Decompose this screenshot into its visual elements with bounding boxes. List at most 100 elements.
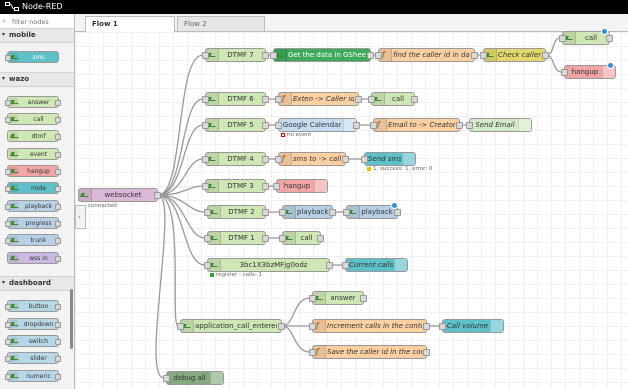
output-port[interactable] [456,122,463,129]
output-port[interactable] [329,209,336,216]
input-port[interactable] [204,262,211,269]
output-port[interactable] [326,262,333,269]
hangup3-node[interactable]: hangup [273,179,328,193]
output-port[interactable] [411,96,418,103]
application-call-entered-node[interactable]: application_call_entered [177,319,285,333]
tab-flow-1[interactable]: Flow 1 [85,16,175,32]
palette-node-dropdown[interactable]: dropdown [5,318,61,330]
output-port[interactable] [154,192,161,199]
dtmf5-node[interactable]: DTMF 5 [202,118,269,132]
input-port[interactable] [202,122,209,129]
output-port[interactable] [262,209,269,216]
exten-caller-function-node[interactable]: Exten -> Caller id [275,92,362,106]
debug-all-node[interactable]: debug all [163,371,224,385]
input-port[interactable] [275,122,282,129]
input-port[interactable] [439,323,446,330]
palette-node-playback[interactable]: playback [5,200,61,212]
output-port[interactable] [394,209,401,216]
output-port[interactable] [262,183,269,190]
send-sms-node[interactable]: Send sms [361,152,416,166]
tab-flow-2[interactable]: Flow 2 [177,16,265,31]
dtmf1-node[interactable]: DTMF 1 [204,231,269,245]
output-port[interactable] [360,295,367,302]
palette-node-button[interactable]: button [5,300,61,312]
playback-b-node[interactable]: playback [343,205,401,219]
output-port[interactable] [542,52,549,59]
input-port[interactable] [368,96,375,103]
input-port[interactable] [309,323,316,330]
input-port[interactable] [275,96,282,103]
palette-node-hangup[interactable]: hangup [5,165,61,177]
input-port[interactable] [342,262,349,269]
input-port[interactable] [270,52,277,59]
input-port[interactable] [163,375,170,382]
output-port[interactable] [423,323,430,330]
input-port[interactable] [466,122,473,129]
palette-node-numeric[interactable]: numeric [5,370,61,382]
output-port[interactable] [317,235,324,242]
palette-category-dashboard[interactable]: ▾ dashboard [0,276,74,291]
palette-node-event[interactable]: event [7,148,61,160]
current-calls-node[interactable]: Current calls [342,258,408,272]
palette-category-mobile[interactable]: ▾ mobile [0,28,74,43]
palette-node-node[interactable]: node [5,182,61,194]
palette-node-answer[interactable]: answer [5,96,61,108]
filter-nodes-input[interactable] [10,16,74,27]
output-port[interactable] [606,35,613,42]
palette-node-sms[interactable]: sms [5,51,59,63]
input-port[interactable] [177,323,184,330]
send-email-node[interactable]: Send Email [466,118,532,132]
output-port[interactable] [278,323,285,330]
input-port[interactable] [480,52,487,59]
find-caller-function-node[interactable]: find the caller id in data [375,48,478,62]
input-port[interactable] [309,349,316,356]
dtmf4-node[interactable]: DTMF 4 [202,152,269,166]
input-port[interactable] [309,295,316,302]
input-port[interactable] [275,156,282,163]
dtmf7-node[interactable]: DTMF 7 [202,48,269,62]
dtmf3-node[interactable]: DTMF 3 [202,179,269,193]
gsheet-node[interactable]: Get the data in GSheet [270,48,374,62]
output-port[interactable] [262,156,269,163]
output-port[interactable] [262,235,269,242]
palette-node-slider[interactable]: slider [5,352,61,364]
output-port[interactable] [342,156,349,163]
palette-collapse-button[interactable]: ‹ [75,205,86,229]
call6-node[interactable]: call [368,92,418,106]
dtmf2-node[interactable]: DTMF 2 [204,205,269,219]
output-port[interactable] [262,96,269,103]
output-port[interactable] [262,52,269,59]
google-calendar-node[interactable]: Google Calendar [275,118,360,132]
dtmf6-node[interactable]: DTMF 6 [202,92,269,106]
palette-node-wss-in[interactable]: wss in [7,252,61,264]
input-port[interactable] [204,209,211,216]
call-volume-node[interactable]: Call volume [439,319,504,333]
input-port[interactable] [202,96,209,103]
input-port[interactable] [279,209,286,216]
output-port[interactable] [471,52,478,59]
input-port[interactable] [202,183,209,190]
input-port[interactable] [559,35,566,42]
call1-node[interactable]: call [279,231,324,245]
output-port[interactable] [367,52,374,59]
input-port[interactable] [370,122,377,129]
output-port[interactable] [353,122,360,129]
palette-node-dtmf[interactable]: dtmf [7,130,61,142]
increment-calls-function-node[interactable]: Increment calls in the context [309,319,430,333]
email-creator-function-node[interactable]: Email to -> Creator [370,118,463,132]
output-port[interactable] [262,122,269,129]
palette-node-progress[interactable]: progress [5,217,61,229]
websocket-node[interactable]: websocket [78,188,161,202]
output-port[interactable] [355,96,362,103]
palette-node-switch[interactable]: switch [5,335,61,347]
input-port[interactable] [202,156,209,163]
sms-caller-function-node[interactable]: sms to -> caller [275,152,349,166]
answer-node[interactable]: answer [309,291,367,305]
input-port[interactable] [279,235,286,242]
input-port[interactable] [375,52,382,59]
register-node[interactable]: 3bc1X3bzMFjg0odz [204,258,333,272]
check-caller-switch-node[interactable]: Check caller [480,48,549,62]
palette-node-trunk[interactable]: trunk [5,234,61,246]
input-port[interactable] [561,69,568,76]
input-port[interactable] [202,52,209,59]
